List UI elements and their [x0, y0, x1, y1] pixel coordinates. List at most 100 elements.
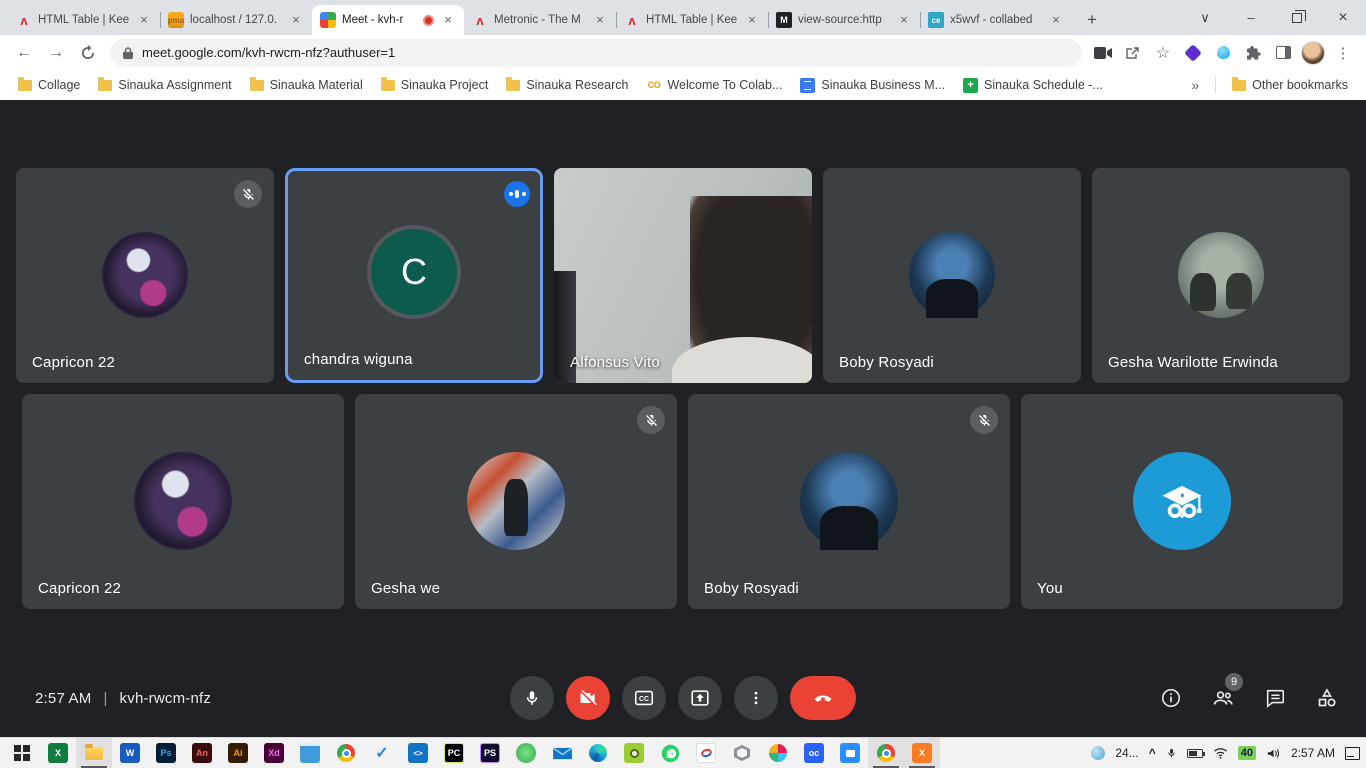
battery-icon[interactable]	[1187, 749, 1203, 758]
extensions-puzzle-icon[interactable]	[1240, 40, 1266, 66]
participant-tile-capricon22[interactable]: Capricon 22	[16, 168, 274, 383]
tab-close-icon[interactable]: ×	[1048, 12, 1064, 28]
tray-expand-icon[interactable]: ^	[1149, 746, 1156, 760]
bookmark-sinauka-material[interactable]: Sinauka Material	[244, 75, 369, 95]
camera-in-use-icon[interactable]	[1090, 40, 1116, 66]
window-close-button[interactable]: ×	[1320, 0, 1366, 35]
bookmark-sinauka-business[interactable]: Sinauka Business M...	[794, 75, 951, 96]
taskbar-animate[interactable]: An	[184, 738, 220, 768]
window-minimize-button[interactable]: –	[1228, 0, 1274, 35]
taskbar-vscode[interactable]: <>	[400, 738, 436, 768]
captions-button[interactable]: CC	[622, 676, 666, 720]
taskbar-screen-recorder[interactable]	[616, 738, 652, 768]
participant-tile-alfonsus[interactable]: Alfonsus Vito	[554, 168, 812, 383]
tab-view-source[interactable]: M view-source:http ×	[768, 5, 920, 35]
taskbar-green-app[interactable]	[508, 738, 544, 768]
tray-clock[interactable]: 2:57 AM	[1291, 746, 1335, 760]
taskbar-calendar[interactable]	[292, 738, 328, 768]
hang-up-button[interactable]	[790, 676, 856, 720]
participant-tile-capricon22-2[interactable]: Capricon 22	[22, 394, 344, 609]
taskbar-file-explorer[interactable]	[76, 738, 112, 768]
taskbar-phpstorm[interactable]: PS	[472, 738, 508, 768]
tab-collabedit[interactable]: ce x5wvf - collabed ×	[920, 5, 1072, 35]
participant-tile-boby-2[interactable]: Boby Rosyadi	[688, 394, 1010, 609]
browser-menu-kebab-icon[interactable]: ⋮	[1330, 40, 1356, 66]
taskbar-whatsapp[interactable]	[652, 738, 688, 768]
other-bookmarks[interactable]: Other bookmarks	[1226, 75, 1354, 95]
share-icon[interactable]	[1120, 40, 1146, 66]
participant-tile-you[interactable]: You	[1021, 394, 1343, 609]
taskbar-excel[interactable]: X	[40, 738, 76, 768]
bookmarks-overflow-icon[interactable]: »	[1185, 77, 1205, 93]
participant-tile-gesha-warilotte[interactable]: Gesha Warilotte Erwinda	[1092, 168, 1350, 383]
participant-tile-gesha-we[interactable]: Gesha we	[355, 394, 677, 609]
participants-icon[interactable]: 9	[1210, 685, 1236, 711]
taskbar-edge[interactable]	[580, 738, 616, 768]
taskbar-check-app[interactable]: ✓	[364, 738, 400, 768]
tab-localhost[interactable]: pma localhost / 127.0. ×	[160, 5, 312, 35]
bookmark-collage[interactable]: Collage	[12, 75, 86, 95]
folder-icon	[506, 80, 520, 91]
taskbar-hexagon-app[interactable]	[724, 738, 760, 768]
back-icon[interactable]: ←	[10, 39, 38, 67]
profile-avatar[interactable]	[1300, 40, 1326, 66]
chat-icon[interactable]	[1262, 685, 1288, 711]
bookmark-star-icon[interactable]: ☆	[1150, 40, 1176, 66]
activities-icon[interactable]	[1314, 685, 1340, 711]
taskbar-pinwheel-app[interactable]	[760, 738, 796, 768]
taskbar-illustrator[interactable]: Ai	[220, 738, 256, 768]
taskbar-mail[interactable]	[544, 738, 580, 768]
forward-icon[interactable]: →	[42, 39, 70, 67]
taskbar-xd[interactable]: Xd	[256, 738, 292, 768]
bookmark-welcome-colab[interactable]: COWelcome To Colab...	[640, 75, 788, 96]
bookmark-sinauka-research[interactable]: Sinauka Research	[500, 75, 634, 95]
taskbar-photoshop[interactable]: Ps	[148, 738, 184, 768]
camera-off-button[interactable]	[566, 676, 610, 720]
tab-html-table-1[interactable]: ᴧ HTML Table | Kee ×	[8, 5, 160, 35]
bookmark-sinauka-schedule[interactable]: Sinauka Schedule -...	[957, 75, 1109, 96]
action-center-icon[interactable]	[1345, 747, 1360, 760]
tab-search-icon[interactable]: ∨	[1182, 0, 1228, 35]
extension-drop-icon[interactable]	[1210, 40, 1236, 66]
participant-tile-boby[interactable]: Boby Rosyadi	[823, 168, 1081, 383]
present-button[interactable]	[678, 676, 722, 720]
taskbar-xampp[interactable]: X	[904, 738, 940, 768]
wifi-icon[interactable]	[1213, 747, 1228, 759]
tab-close-icon[interactable]: ×	[440, 12, 456, 28]
tab-close-icon[interactable]: ×	[592, 12, 608, 28]
weather-icon[interactable]	[1091, 746, 1105, 760]
taskbar-meeting-app[interactable]	[832, 738, 868, 768]
new-tab-button[interactable]: +	[1078, 6, 1106, 34]
taskbar-chrome-1[interactable]	[328, 738, 364, 768]
weather-temp[interactable]: 24...	[1115, 746, 1138, 760]
window-restore-button[interactable]	[1274, 0, 1320, 35]
tab-close-icon[interactable]: ×	[744, 12, 760, 28]
taskbar-sign-app[interactable]	[688, 738, 724, 768]
tab-metronic[interactable]: ᴧ Metronic - The M ×	[464, 5, 616, 35]
extension-purple-icon[interactable]	[1180, 40, 1206, 66]
taskbar-word[interactable]: W	[112, 738, 148, 768]
battery-percent-badge[interactable]: 40	[1238, 746, 1256, 760]
taskbar-pycharm[interactable]: PC	[436, 738, 472, 768]
reload-icon[interactable]	[74, 39, 102, 67]
tab-html-table-2[interactable]: ᴧ HTML Table | Kee ×	[616, 5, 768, 35]
volume-icon[interactable]	[1266, 747, 1281, 760]
mic-button[interactable]	[510, 676, 554, 720]
address-bar[interactable]: meet.google.com/kvh-rwcm-nfz?authuser=1	[110, 39, 1082, 67]
bookmark-sinauka-assignment[interactable]: Sinauka Assignment	[92, 75, 237, 95]
tab-close-icon[interactable]: ×	[136, 12, 152, 28]
meeting-details-info-icon[interactable]	[1158, 685, 1184, 711]
tab-title: localhost / 127.0.	[190, 14, 282, 26]
tab-close-icon[interactable]: ×	[288, 12, 304, 28]
start-button[interactable]	[4, 738, 40, 768]
bookmark-sinauka-project[interactable]: Sinauka Project	[375, 75, 495, 95]
taskbar-chrome-2[interactable]	[868, 738, 904, 768]
url-text[interactable]: meet.google.com/kvh-rwcm-nfz?authuser=1	[142, 45, 395, 60]
more-options-button[interactable]	[734, 676, 778, 720]
participant-tile-chandra[interactable]: C chandra wiguna	[285, 168, 543, 383]
taskbar-ocam[interactable]: oc	[796, 738, 832, 768]
tab-close-icon[interactable]: ×	[896, 12, 912, 28]
tab-meet-active[interactable]: Meet - kvh-r ×	[312, 5, 464, 35]
tray-mic-icon[interactable]	[1166, 746, 1177, 760]
side-panel-icon[interactable]	[1270, 40, 1296, 66]
